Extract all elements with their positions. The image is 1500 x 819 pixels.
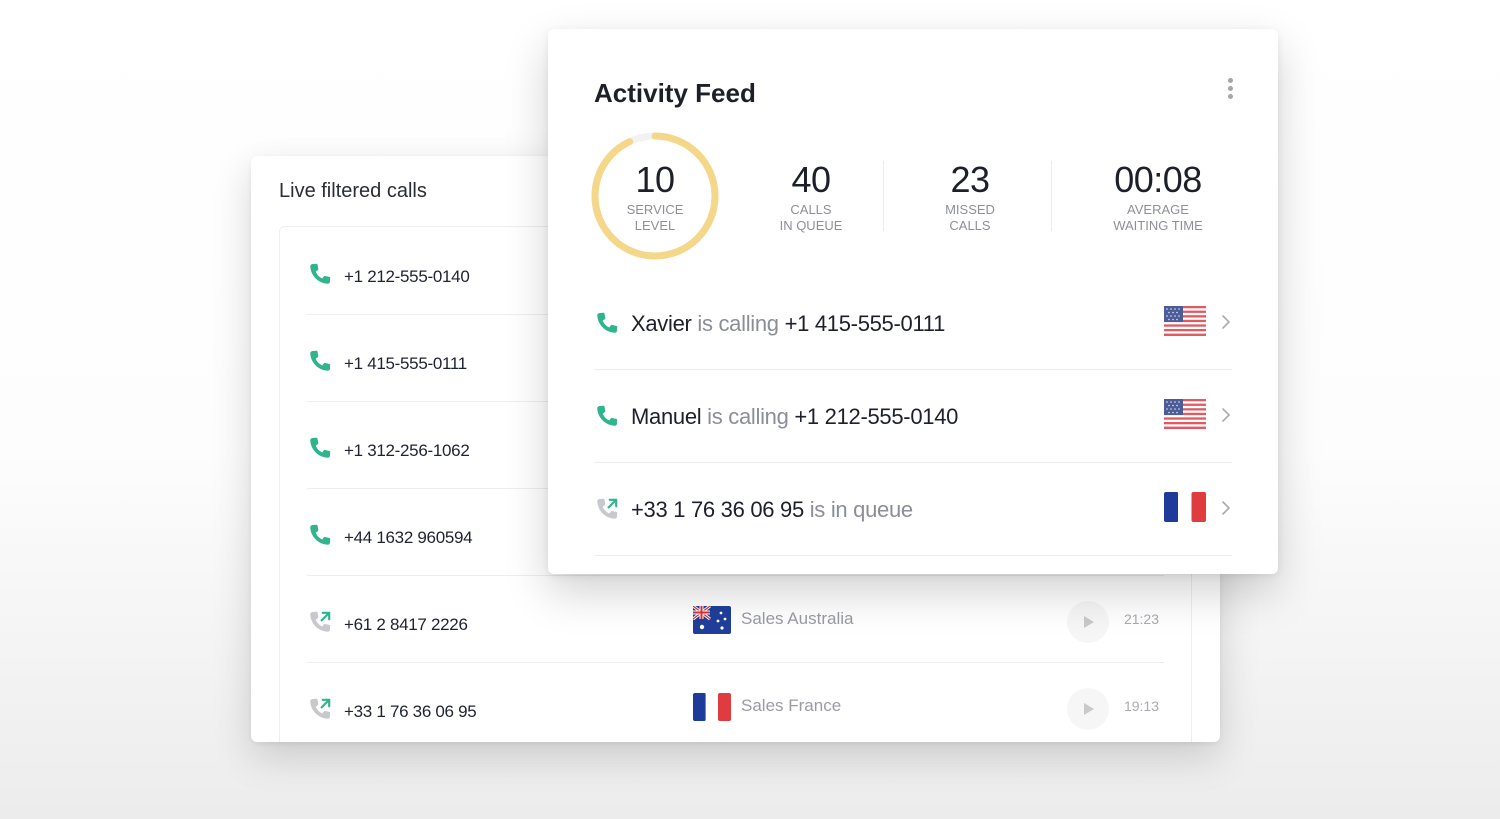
activity-feed-panel: Activity Feed 10 SERVICE LEVEL 40 CALLS … [548,29,1278,574]
call-number: +1 415-555-0111 [344,354,467,373]
missed-calls-label: MISSED CALLS [945,202,995,233]
call-queue-name: Sales Australia [741,609,854,628]
chevron-right-icon [1222,315,1231,329]
call-number: +1 212-555-0140 [344,267,470,286]
activity-feed-title: Activity Feed [594,78,756,108]
more-options-button[interactable] [1220,75,1240,105]
play-button[interactable] [1067,688,1109,730]
call-duration: 19:13 [1123,698,1159,714]
us-flag-icon [1164,306,1206,336]
activity-feed-row[interactable]: Manuel is calling +1 212-555-0140 [594,369,1232,463]
feed-row-text: Xavier is calling +1 415-555-0111 [631,311,945,336]
incoming-call-icon [307,696,333,722]
incoming-call-icon [594,496,620,522]
phone-icon [594,310,620,336]
stat-divider [1051,161,1052,231]
call-number: +44 1632 960594 [344,528,473,547]
phone-icon [307,522,333,548]
phone-icon [307,261,333,287]
call-number: +33 1 76 36 06 95 [344,702,477,721]
chevron-right-icon [1222,408,1231,422]
stat-divider [883,161,884,231]
calls-in-queue-label: CALLS IN QUEUE [779,202,843,233]
more-dots-icon [1227,78,1233,83]
service-level-label: SERVICE LEVEL [626,202,684,233]
live-call-row[interactable]: +61 2 8417 2226 Sales Australia 21:23 [307,575,1164,663]
live-calls-title: Live filtered calls [279,180,427,202]
france-flag-icon [693,693,731,721]
service-level-value: 10 [635,159,675,200]
incoming-call-icon [307,609,333,635]
missed-calls-value: 23 [950,159,990,200]
phone-icon [594,403,620,429]
feed-row-text: Manuel is calling +1 212-555-0140 [631,404,959,429]
call-number: +61 2 8417 2226 [344,615,468,634]
chevron-right-icon [1222,501,1231,515]
average-waiting-time-label: AVERAGE WAITING TIME [1113,202,1203,233]
phone-icon [307,435,333,461]
live-call-row[interactable]: +33 1 76 36 06 95 Sales France 19:13 [307,662,1164,742]
australia-flag-icon [693,606,731,634]
feed-row-text: +33 1 76 36 06 95 is in queue [631,497,913,522]
average-waiting-time-value: 00:08 [1114,159,1202,200]
activity-feed-row[interactable]: +33 1 76 36 06 95 is in queue [594,462,1232,556]
phone-icon [307,348,333,374]
call-duration: 21:23 [1123,611,1159,627]
play-button[interactable] [1067,601,1109,643]
call-number: +1 312-256-1062 [344,441,470,460]
france-flag-icon [1164,492,1206,522]
call-queue-name: Sales France [741,696,842,715]
activity-feed-row[interactable]: Xavier is calling +1 415-555-0111 [594,276,1232,370]
calls-in-queue-value: 40 [791,159,831,200]
us-flag-icon [1164,399,1206,429]
